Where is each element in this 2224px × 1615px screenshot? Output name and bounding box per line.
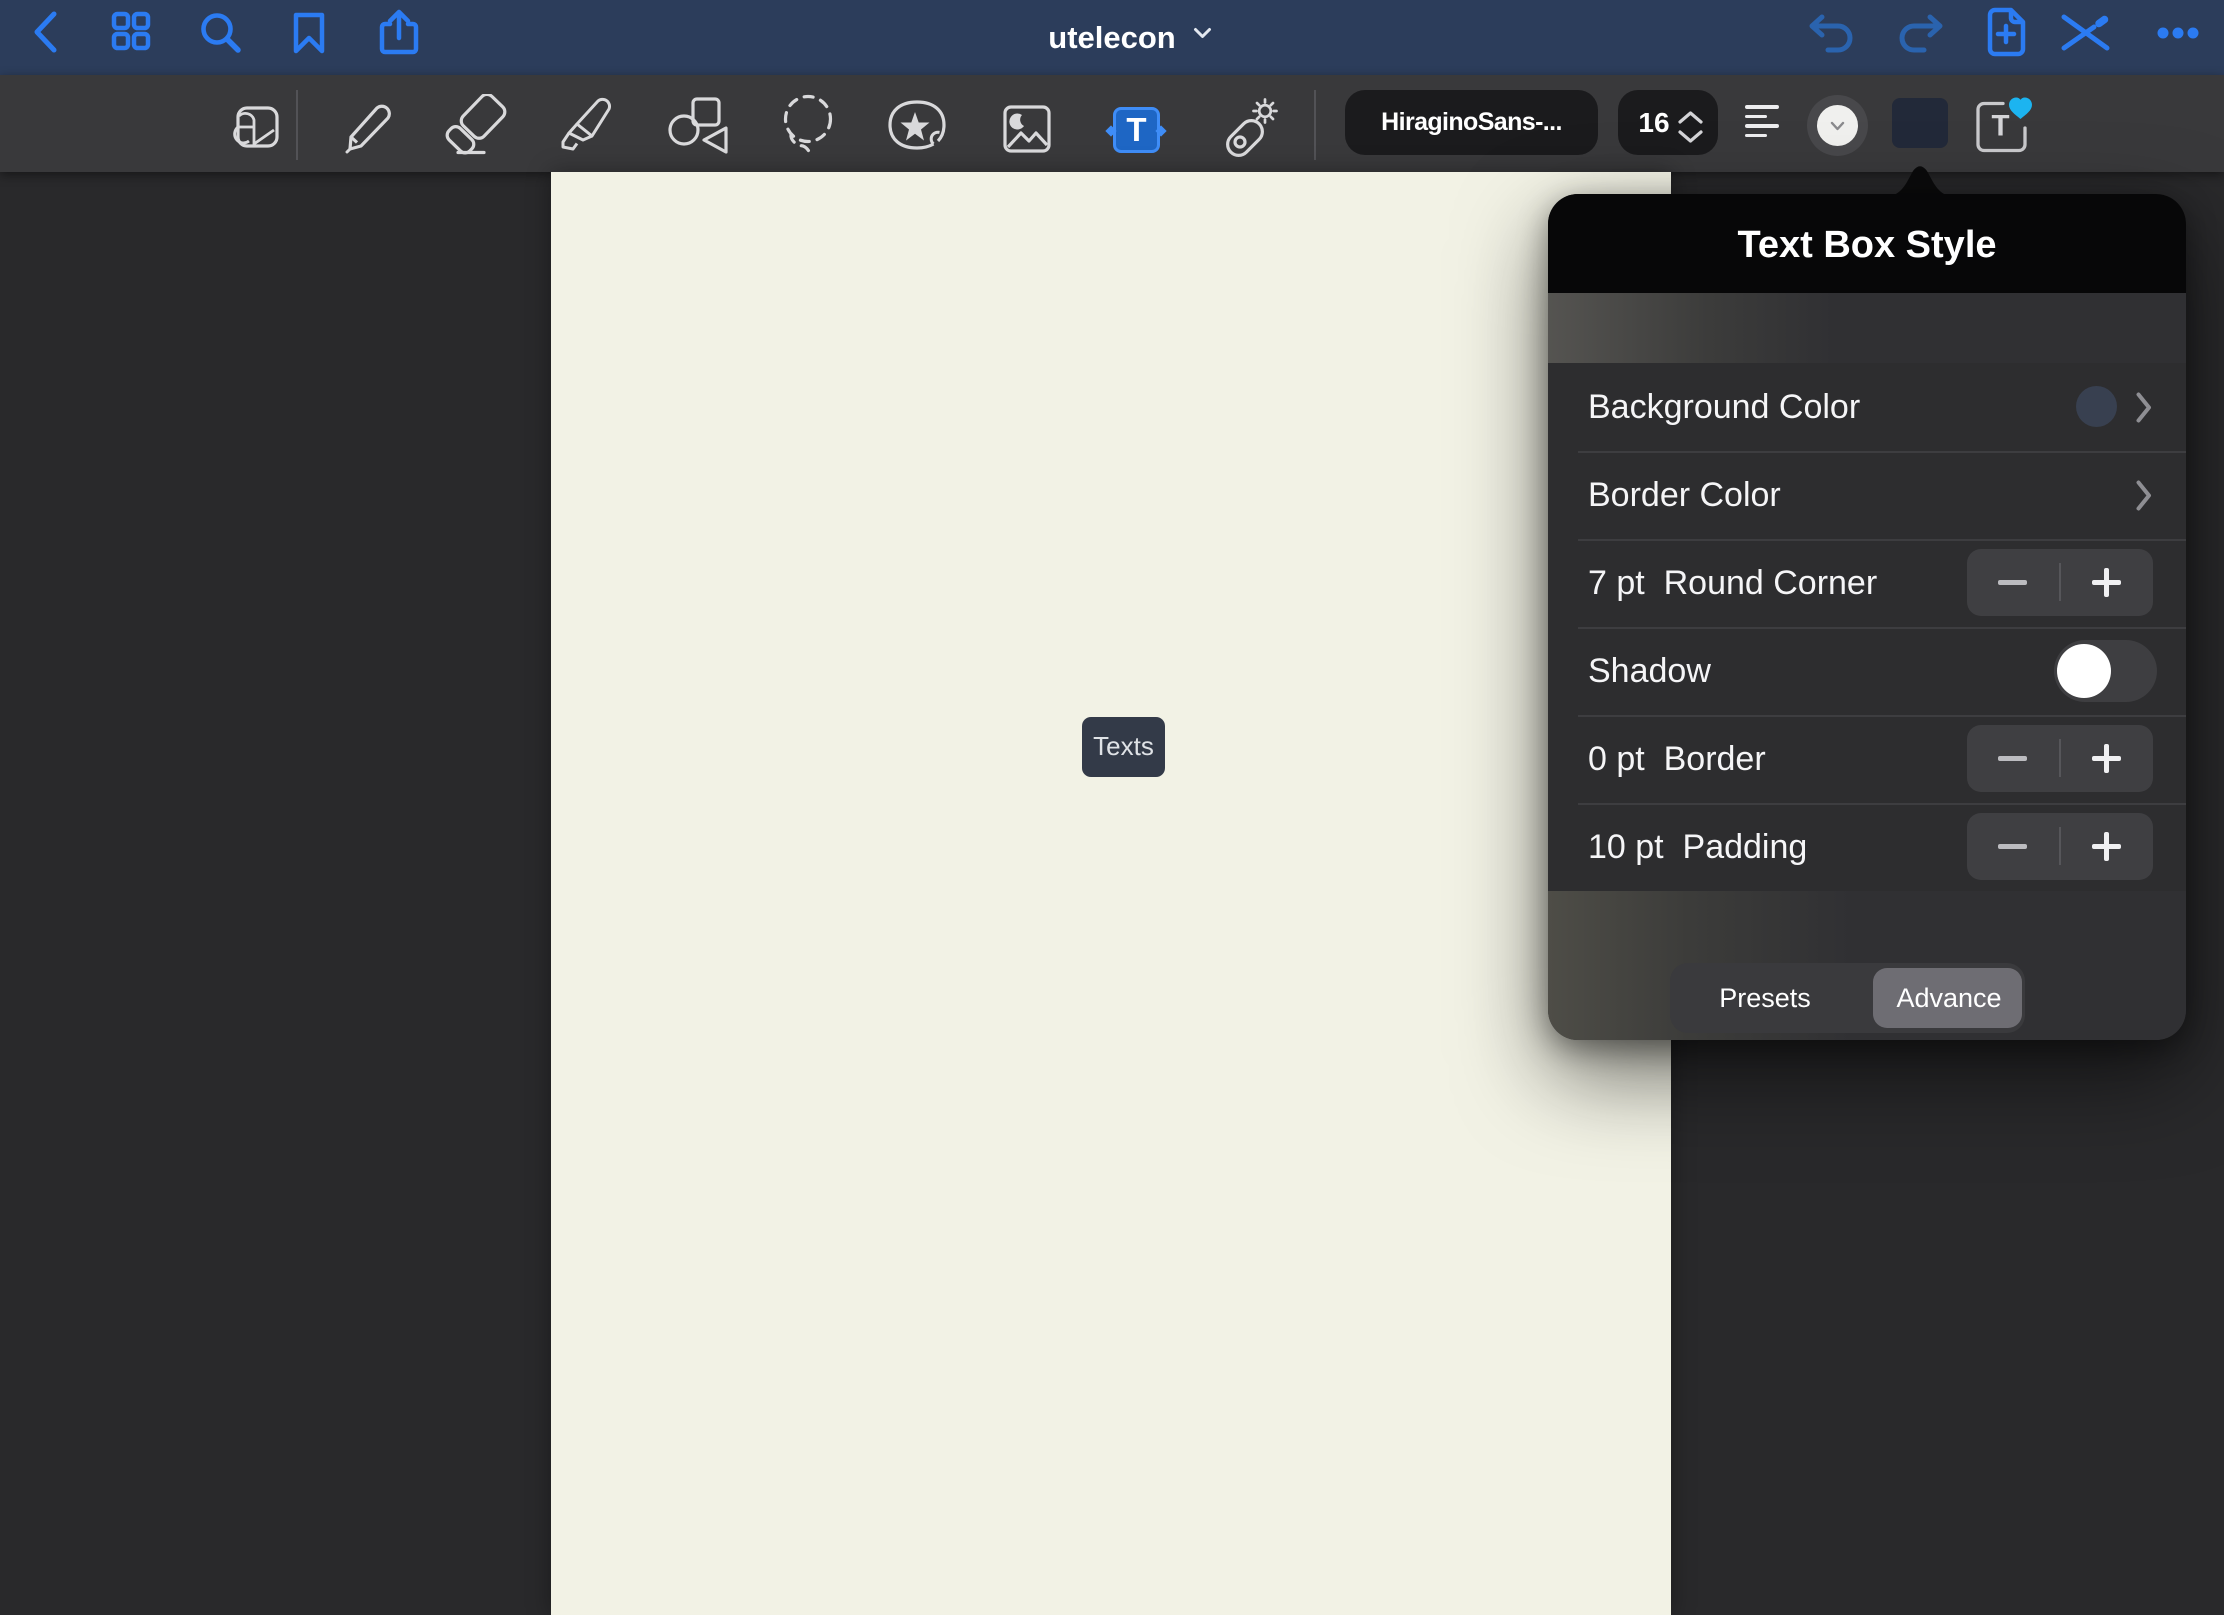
svg-text:T: T <box>1991 110 2009 143</box>
